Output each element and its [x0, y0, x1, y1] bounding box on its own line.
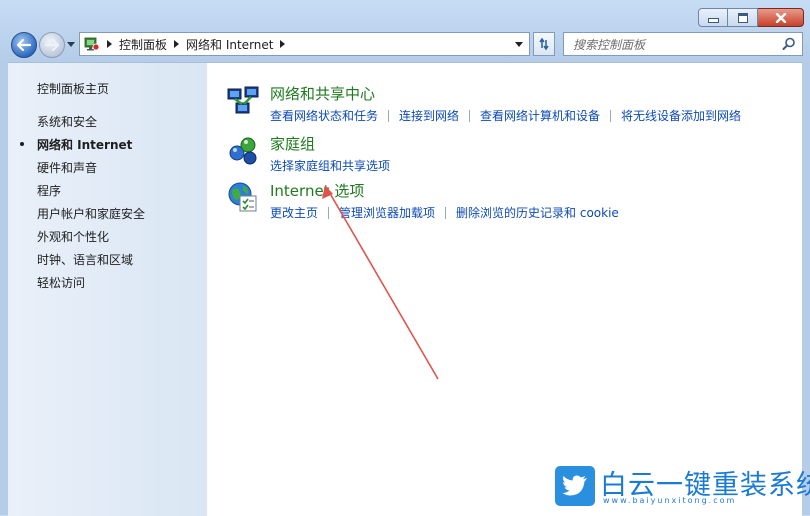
window-frame: 控制面板 网络和 Internet 控制面板主页 系统和安全 网络和 — [0, 0, 810, 516]
bird-logo-icon — [555, 466, 595, 506]
watermark-url: www.baiyunxitong.com — [603, 496, 737, 505]
annotation-arrow — [322, 185, 439, 380]
watermark: 白云一键重装系统 www.baiyunxitong.com — [555, 465, 810, 507]
annotation-arrow-line — [327, 189, 439, 380]
